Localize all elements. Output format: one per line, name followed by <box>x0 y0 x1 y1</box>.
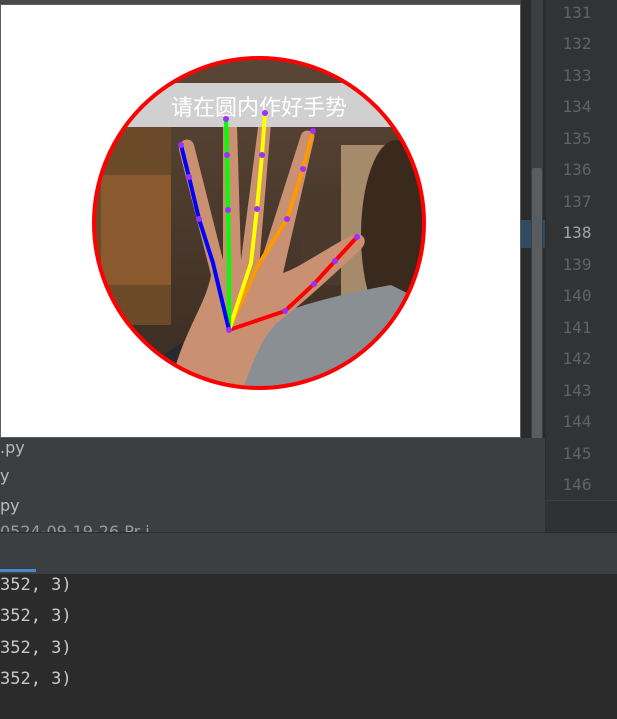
console-line: 352, 3) <box>0 669 72 689</box>
line-number: 132 <box>562 34 592 53</box>
gesture-prompt-text: 请在圆内作好手势 <box>171 96 347 121</box>
line-number: 143 <box>562 381 592 400</box>
file-tree-item[interactable]: 0524-09-19-26 Pr i... <box>0 522 165 532</box>
project-file-tree: .py y py 0524-09-19-26 Pr i... <box>0 438 545 532</box>
file-tree-item[interactable]: py <box>0 496 20 515</box>
hand-tracking-view: 请在圆内作好手势 <box>92 56 426 390</box>
run-panel-active-tab[interactable] <box>0 569 36 572</box>
gutter-footer <box>545 500 617 533</box>
line-number: 144 <box>562 412 592 431</box>
line-number: 140 <box>562 286 592 305</box>
run-console[interactable]: 352, 3) 352, 3) 352, 3) 352, 3) <box>0 574 617 719</box>
line-number: 133 <box>562 66 592 85</box>
line-number: 135 <box>562 129 592 148</box>
file-tree-item[interactable]: y <box>0 466 9 485</box>
console-line: 352, 3) <box>0 575 72 595</box>
console-line: 352, 3) <box>0 606 72 626</box>
line-number-active: 138 <box>562 223 592 242</box>
file-tree-item[interactable]: .py <box>0 438 25 457</box>
line-number: 139 <box>562 255 592 274</box>
editor-scrollbar-thumb[interactable] <box>532 168 542 478</box>
line-number: 137 <box>562 192 592 211</box>
line-number: 141 <box>562 318 592 337</box>
line-number: 142 <box>562 349 592 368</box>
run-panel-header <box>0 532 617 576</box>
line-number: 146 <box>562 475 592 494</box>
line-number: 136 <box>562 160 592 179</box>
camera-window[interactable]: 请在圆内作好手势 <box>0 4 521 438</box>
line-number-gutter: 131 132 133 134 135 136 137 138 139 140 … <box>545 0 617 532</box>
line-number: 134 <box>562 97 592 116</box>
line-number: 131 <box>562 3 592 22</box>
console-line: 352, 3) <box>0 638 72 658</box>
line-number: 145 <box>562 444 592 463</box>
